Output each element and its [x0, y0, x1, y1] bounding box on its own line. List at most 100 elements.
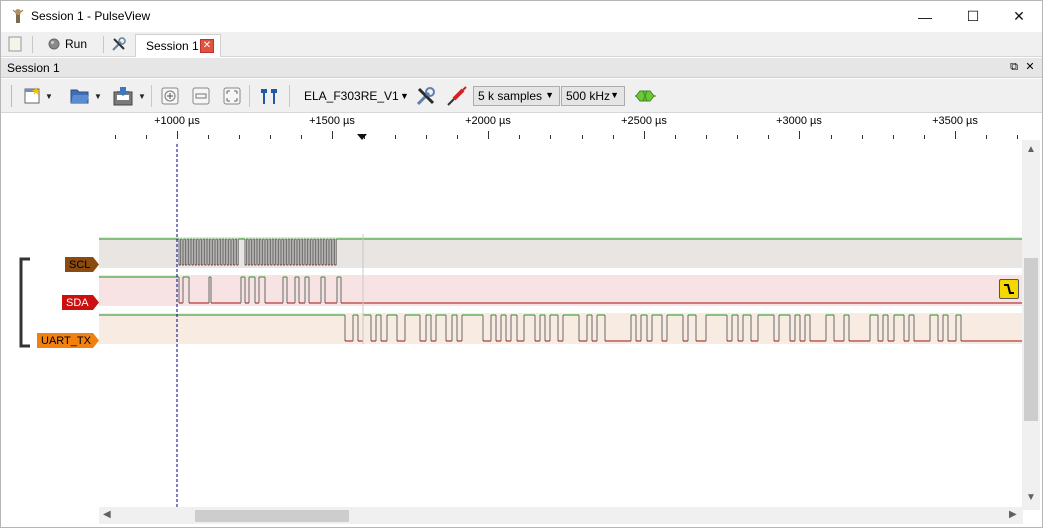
- zoom-in-button[interactable]: [159, 84, 181, 108]
- tab-session-1[interactable]: Session 1 ✕: [135, 34, 221, 57]
- waveform-canvas[interactable]: [99, 144, 1023, 510]
- ruler-major-tick: [955, 131, 956, 139]
- sample-count-select[interactable]: 5 k samples ▼: [473, 86, 560, 106]
- signal-row-background: [99, 313, 1023, 344]
- ruler-minor-tick: [613, 135, 614, 139]
- device-selector-label[interactable]: ELA_F303RE_V1: [304, 89, 399, 103]
- ruler-major-tick: [799, 131, 800, 139]
- ruler-major-tick: [488, 131, 489, 139]
- folder-open-icon: [70, 89, 90, 104]
- chevron-down-icon[interactable]: ▼: [400, 91, 409, 101]
- ruler-minor-tick: [550, 135, 551, 139]
- signal-name: SDA: [66, 296, 89, 309]
- horizontal-scrollbar[interactable]: ◀ ▶: [99, 507, 1023, 524]
- signal-label-scl[interactable]: SCL: [65, 257, 99, 272]
- signal-row-background: [99, 237, 1023, 268]
- chevron-right-icon[interactable]: ▶: [1009, 509, 1017, 520]
- session-header: Session 1 ⧉ ✕: [1, 58, 1042, 78]
- chevron-down-icon: ▼: [138, 91, 146, 101]
- close-tab-icon[interactable]: ✕: [200, 39, 214, 53]
- signal-label-uart-tx[interactable]: UART_TX: [37, 333, 99, 348]
- toolbar-separator: [32, 36, 33, 53]
- zoom-out-button[interactable]: [190, 84, 212, 108]
- run-label: Run: [65, 37, 88, 51]
- probe-icon: [447, 86, 467, 106]
- ruler-major-tick: [332, 131, 333, 139]
- run-indicator-icon: [48, 38, 60, 50]
- save-button[interactable]: ▼: [109, 84, 149, 108]
- ruler-minor-tick: [115, 135, 116, 139]
- ruler-minor-tick: [426, 135, 427, 139]
- tab-label: Session 1: [146, 39, 199, 53]
- ruler-tick-label: +2500 µs: [621, 115, 667, 127]
- add-decoder-button[interactable]: [633, 84, 659, 108]
- window-title: Session 1 - PulseView: [31, 9, 151, 23]
- vertical-scrollbar[interactable]: ▲ ▼: [1022, 140, 1040, 510]
- ruler-minor-tick: [737, 135, 738, 139]
- ruler-minor-tick: [706, 135, 707, 139]
- trace-area[interactable]: [99, 144, 1023, 510]
- vertical-scroll-thumb[interactable]: [1024, 258, 1038, 421]
- ruler-tick-label: +3000 µs: [776, 115, 822, 127]
- tools-icon: [112, 37, 126, 51]
- ruler-minor-tick: [768, 135, 769, 139]
- ruler-minor-tick: [924, 135, 925, 139]
- time-ruler[interactable]: +1000 µs +1500 µs +2000 µs +2500 µs +3000 µs…: [99, 114, 1023, 144]
- chevron-left-icon[interactable]: ◀: [103, 509, 111, 520]
- sample-rate-value: 500 kHz: [566, 89, 611, 103]
- ruler-tick-label: +3500 µs: [932, 115, 978, 127]
- toolbar-grip: [11, 85, 12, 107]
- trigger-marker-icon[interactable]: [357, 134, 367, 140]
- ruler-minor-tick: [519, 135, 520, 139]
- pulseview-app-icon: [12, 9, 24, 23]
- ruler-tick-label: +2000 µs: [465, 115, 511, 127]
- ruler-minor-tick: [1017, 135, 1018, 139]
- close-panel-icon[interactable]: ✕: [1023, 60, 1037, 74]
- chevron-down-icon: ▼: [545, 90, 554, 100]
- maximize-button[interactable]: ☐: [950, 1, 996, 32]
- group-bracket: [19, 257, 30, 348]
- close-button[interactable]: ✕: [996, 1, 1042, 32]
- run-button[interactable]: Run: [48, 32, 87, 56]
- ruler-minor-tick: [395, 135, 396, 139]
- trace-view: +1000 µs +1500 µs +2000 µs +2500 µs +3000 µs…: [1, 114, 1042, 527]
- save-icon: [113, 87, 133, 106]
- zoom-fit-icon: [223, 87, 241, 105]
- ruler-minor-tick: [239, 135, 240, 139]
- horizontal-scroll-thumb[interactable]: [195, 510, 349, 522]
- cursor-button[interactable]: [256, 84, 282, 108]
- minimize-button[interactable]: —: [902, 1, 948, 32]
- cursor-markers-icon: [261, 89, 277, 104]
- ruler-minor-tick: [582, 135, 583, 139]
- tools-icon: [416, 87, 435, 106]
- new-document-icon: [24, 87, 41, 104]
- ruler-minor-tick: [301, 135, 302, 139]
- chevron-up-icon[interactable]: ▲: [1026, 144, 1036, 155]
- ruler-minor-tick: [270, 135, 271, 139]
- sample-count-value: 5 k samples: [478, 89, 543, 103]
- trigger-edge-icon[interactable]: [999, 279, 1019, 299]
- ruler-minor-tick: [208, 135, 209, 139]
- chevron-down-icon: ▼: [94, 91, 102, 101]
- toolbar-separator: [289, 85, 290, 107]
- ruler-tick-label: +1000 µs: [154, 115, 200, 127]
- device-config-button[interactable]: [414, 84, 438, 108]
- chevron-down-icon: ▼: [610, 90, 619, 100]
- toolbar-separator: [103, 36, 104, 53]
- ruler-minor-tick: [675, 135, 676, 139]
- session-toolbar: ▼ ▼ ▼ ELA_F303RE_V1 ▼ 5 k samples ▼ 500 …: [1, 79, 1042, 113]
- probe-config-button[interactable]: [445, 84, 469, 108]
- float-panel-icon[interactable]: ⧉: [1007, 60, 1021, 74]
- new-session-button[interactable]: [8, 32, 22, 56]
- signal-name: SCL: [69, 258, 91, 271]
- decoder-icon: [635, 90, 656, 102]
- document-icon: [8, 36, 22, 52]
- chevron-down-icon[interactable]: ▼: [1026, 492, 1036, 503]
- pulseview-window: Session 1 - PulseView — ☐ ✕ Run Session …: [0, 0, 1043, 528]
- open-button[interactable]: ▼: [67, 84, 105, 108]
- sample-rate-select[interactable]: 500 kHz ▼: [561, 86, 625, 106]
- settings-tool-button[interactable]: [111, 32, 127, 56]
- signal-label-sda[interactable]: SDA: [62, 295, 99, 310]
- new-view-button[interactable]: ▼: [19, 84, 57, 108]
- zoom-fit-button[interactable]: [221, 84, 243, 108]
